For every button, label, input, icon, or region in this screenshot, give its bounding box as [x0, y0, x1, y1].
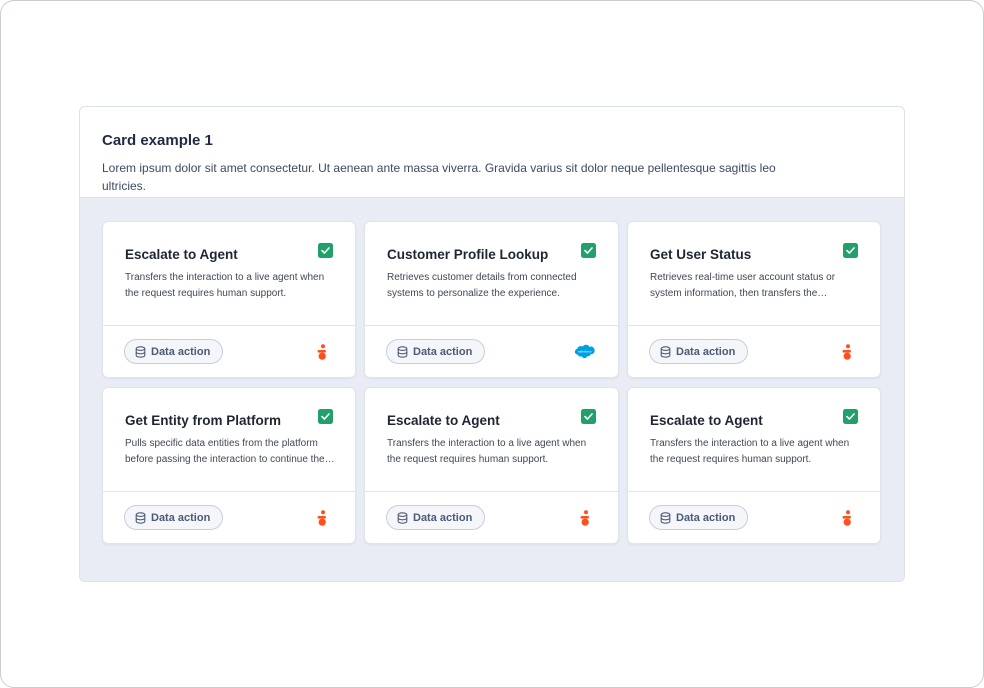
tag-label: Data action	[151, 345, 211, 358]
checkbox-checked[interactable]	[318, 243, 333, 258]
vendor-icon	[836, 343, 858, 361]
data-action-tag: Data action	[649, 339, 749, 364]
card-description: Retrieves real-time user account status …	[650, 272, 836, 299]
checkbox-checked[interactable]	[318, 409, 333, 424]
action-card-1[interactable]: Escalate to Agent Transfers the interact…	[102, 221, 356, 378]
salesforce-icon: salesforce	[574, 344, 595, 359]
check-icon	[584, 413, 593, 420]
data-action-tag: Data action	[649, 505, 749, 530]
data-action-tag: Data action	[124, 505, 224, 530]
genesys-icon	[317, 509, 326, 526]
tag-label: Data action	[413, 345, 473, 358]
tag-label: Data action	[676, 345, 736, 358]
check-icon	[584, 247, 593, 254]
card-content: Escalate to Agent Transfers the interact…	[103, 222, 355, 326]
card-content: Get User Status Retrieves real-time user…	[628, 222, 880, 326]
card-title: Customer Profile Lookup	[387, 247, 549, 262]
vendor-icon	[311, 509, 333, 527]
card-title: Get User Status	[650, 247, 752, 262]
card-title: Escalate to Agent	[650, 413, 763, 428]
card-title: Escalate to Agent	[387, 413, 500, 428]
check-icon	[321, 413, 330, 420]
vendor-icon	[311, 343, 333, 361]
card-grid: Escalate to Agent Transfers the interact…	[102, 221, 881, 544]
card-content: Get Entity from Platform Pulls specific …	[103, 388, 355, 492]
checkbox-checked[interactable]	[843, 243, 858, 258]
card-description: Transfers the interaction to a live agen…	[387, 438, 587, 465]
genesys-icon	[842, 343, 851, 360]
action-card-2[interactable]: Customer Profile Lookup Retrieves custom…	[364, 221, 619, 378]
database-icon	[135, 511, 146, 524]
card-content: Escalate to Agent Transfers the interact…	[628, 388, 880, 492]
vendor-icon	[836, 509, 858, 527]
tag-label: Data action	[413, 511, 473, 524]
check-icon	[321, 247, 330, 254]
vendor-icon	[574, 509, 596, 527]
check-icon	[846, 413, 855, 420]
action-card-3[interactable]: Get User Status Retrieves real-time user…	[627, 221, 881, 378]
database-icon	[135, 345, 146, 358]
svg-text:salesforce: salesforce	[578, 350, 592, 354]
card-title: Escalate to Agent	[125, 247, 238, 262]
window-frame: Card example 1 Lorem ipsum dolor sit ame…	[0, 0, 984, 688]
card-description: Retrieves customer details from connecte…	[387, 272, 577, 299]
card-footer: Data action salesforce	[365, 326, 618, 378]
genesys-icon	[842, 509, 851, 526]
check-icon	[846, 247, 855, 254]
card-description: Transfers the interaction to a live agen…	[125, 272, 325, 299]
card-footer: Data action	[628, 326, 880, 378]
card-footer: Data action	[103, 326, 355, 378]
database-icon	[397, 345, 408, 358]
database-icon	[397, 511, 408, 524]
vendor-icon: salesforce	[574, 343, 596, 361]
tag-label: Data action	[676, 511, 736, 524]
card-footer: Data action	[103, 492, 355, 544]
checkbox-checked[interactable]	[581, 243, 596, 258]
card-description: Transfers the interaction to a live agen…	[650, 438, 850, 465]
tag-label: Data action	[151, 511, 211, 524]
database-icon	[660, 511, 671, 524]
card-content: Customer Profile Lookup Retrieves custom…	[365, 222, 618, 326]
action-card-5[interactable]: Escalate to Agent Transfers the interact…	[364, 387, 619, 544]
panel-header: Card example 1 Lorem ipsum dolor sit ame…	[80, 107, 904, 198]
panel-title: Card example 1	[102, 132, 213, 149]
card-content: Escalate to Agent Transfers the interact…	[365, 388, 618, 492]
card-footer: Data action	[628, 492, 880, 544]
action-card-6[interactable]: Escalate to Agent Transfers the interact…	[627, 387, 881, 544]
card-description: Pulls specific data entities from the pl…	[125, 438, 325, 465]
checkbox-checked[interactable]	[581, 409, 596, 424]
genesys-icon	[317, 343, 326, 360]
database-icon	[660, 345, 671, 358]
panel-description: Lorem ipsum dolor sit amet consectetur. …	[102, 161, 776, 193]
action-card-4[interactable]: Get Entity from Platform Pulls specific …	[102, 387, 356, 544]
data-action-tag: Data action	[386, 505, 486, 530]
card-title: Get Entity from Platform	[125, 413, 282, 428]
card-example-panel: Card example 1 Lorem ipsum dolor sit ame…	[79, 106, 905, 582]
card-footer: Data action	[365, 492, 618, 544]
checkbox-checked[interactable]	[843, 409, 858, 424]
data-action-tag: Data action	[124, 339, 224, 364]
data-action-tag: Data action	[386, 339, 486, 364]
genesys-icon	[580, 509, 589, 526]
panel-body: Escalate to Agent Transfers the interact…	[80, 198, 904, 581]
